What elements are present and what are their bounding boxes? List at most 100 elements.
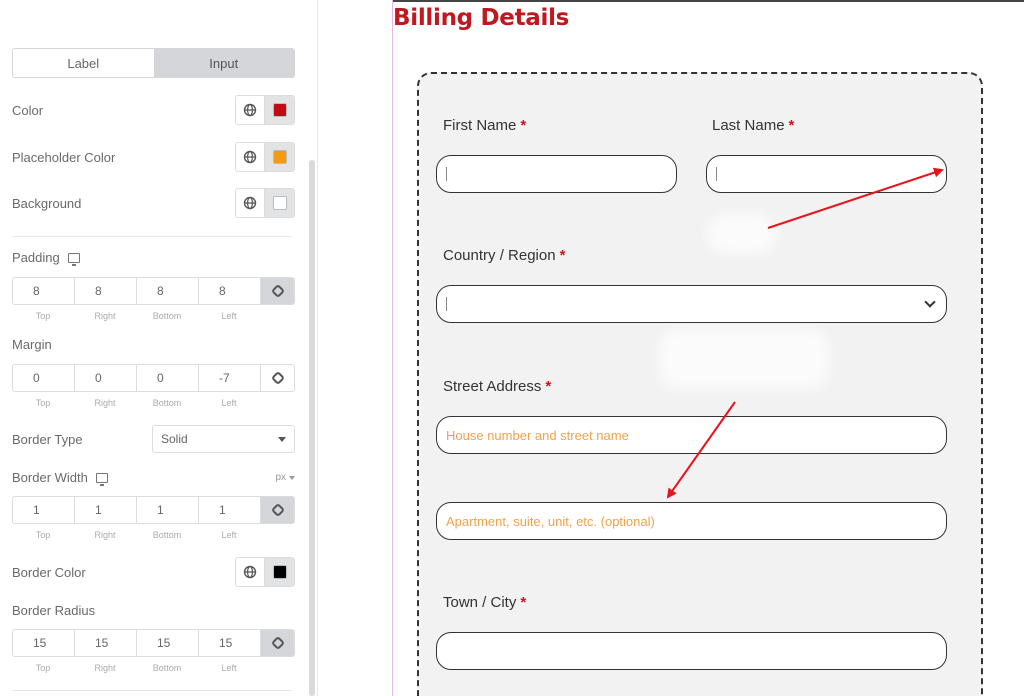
glare bbox=[659, 329, 829, 389]
tab-input[interactable]: Input bbox=[153, 49, 294, 77]
border-radius-left-input[interactable]: 15 bbox=[199, 630, 261, 656]
border-type-select[interactable]: Solid bbox=[152, 425, 295, 453]
link-icon bbox=[270, 635, 285, 651]
label-input-tabs: Label Input bbox=[12, 48, 295, 78]
monitor-icon[interactable] bbox=[95, 472, 108, 486]
margin-left-input[interactable]: -7 bbox=[199, 365, 261, 391]
first-name-input[interactable] bbox=[436, 155, 677, 193]
side-label-bottom: Bottom bbox=[152, 530, 182, 540]
padding-right-input[interactable]: 8 bbox=[75, 278, 137, 304]
text-cursor bbox=[446, 297, 447, 311]
border-color-swatch-button[interactable] bbox=[265, 558, 294, 586]
border-width-label: Border Width bbox=[12, 470, 88, 485]
border-type-value: Solid bbox=[161, 432, 188, 446]
side-label-top: Top bbox=[35, 311, 51, 321]
color-label: Color bbox=[12, 102, 44, 118]
padding-side-labels: Top Right Bottom Left bbox=[12, 311, 262, 321]
first-name-label: First Name * bbox=[443, 117, 526, 134]
side-label-right: Right bbox=[94, 530, 116, 540]
town-city-label: Town / City * bbox=[443, 594, 526, 611]
side-label-top: Top bbox=[35, 530, 51, 540]
divider bbox=[12, 690, 292, 691]
border-width-bottom-input[interactable]: 1 bbox=[137, 497, 199, 523]
last-name-label: Last Name * bbox=[712, 117, 794, 134]
margin-top-input[interactable]: 0 bbox=[13, 365, 75, 391]
border-width-right-input[interactable]: 1 bbox=[75, 497, 137, 523]
padding-inputs: 8 8 8 8 bbox=[12, 277, 295, 305]
color-row: Color bbox=[12, 95, 295, 125]
side-label-bottom: Bottom bbox=[152, 398, 182, 408]
border-width-top-input[interactable]: 1 bbox=[13, 497, 75, 523]
border-width-inputs: 1 1 1 1 bbox=[12, 496, 295, 524]
placeholder-color-label: Placeholder Color bbox=[12, 149, 116, 165]
placeholder-color-row: Placeholder Color bbox=[12, 142, 295, 172]
country-select[interactable] bbox=[436, 285, 947, 323]
border-radius-inputs: 15 15 15 15 bbox=[12, 629, 295, 657]
padding-label: Padding bbox=[12, 250, 60, 265]
street-address-line2-input[interactable]: Apartment, suite, unit, etc. (optional) bbox=[436, 502, 947, 540]
side-label-right: Right bbox=[94, 311, 116, 321]
margin-bottom-input[interactable]: 0 bbox=[137, 365, 199, 391]
background-label: Background bbox=[12, 195, 82, 211]
margin-link-button[interactable] bbox=[261, 365, 294, 391]
globe-icon[interactable] bbox=[236, 96, 265, 124]
color-swatch-button[interactable] bbox=[265, 96, 294, 124]
street-address-label-text: Street Address bbox=[443, 378, 542, 395]
side-label-top: Top bbox=[35, 663, 51, 673]
border-radius-link-button[interactable] bbox=[261, 630, 294, 656]
border-radius-label-row: Border Radius bbox=[12, 603, 95, 618]
border-radius-top-input[interactable]: 15 bbox=[13, 630, 75, 656]
background-row: Background bbox=[12, 188, 295, 218]
globe-icon[interactable] bbox=[236, 189, 265, 217]
padding-bottom-input[interactable]: 8 bbox=[137, 278, 199, 304]
background-swatch bbox=[272, 196, 287, 210]
border-color-label: Border Color bbox=[12, 564, 86, 580]
padding-left-input[interactable]: 8 bbox=[199, 278, 261, 304]
border-width-left-input[interactable]: 1 bbox=[199, 497, 261, 523]
preview-left-guide bbox=[392, 0, 393, 696]
margin-inputs: 0 0 0 -7 bbox=[12, 364, 295, 392]
padding-top-input[interactable]: 8 bbox=[13, 278, 75, 304]
glare bbox=[707, 214, 777, 254]
side-label-left: Left bbox=[221, 398, 237, 408]
tab-label[interactable]: Label bbox=[13, 49, 154, 77]
placeholder-color-swatch-button[interactable] bbox=[265, 143, 294, 171]
border-width-link-button[interactable] bbox=[261, 497, 294, 523]
billing-details-heading: Billing Details bbox=[393, 5, 570, 31]
street-address-label: Street Address * bbox=[443, 378, 551, 395]
globe-icon[interactable] bbox=[236, 143, 265, 171]
link-icon bbox=[270, 502, 285, 518]
margin-label-row: Margin bbox=[12, 337, 52, 352]
color-swatch bbox=[272, 103, 287, 117]
unit-selector[interactable]: px bbox=[275, 472, 295, 483]
town-city-input[interactable] bbox=[436, 632, 947, 670]
first-name-label-text: First Name bbox=[443, 117, 517, 134]
street-address-line1-input[interactable]: House number and street name bbox=[436, 416, 947, 454]
country-label-text: Country / Region bbox=[443, 247, 556, 264]
border-type-label: Border Type bbox=[12, 431, 83, 447]
last-name-label-text: Last Name bbox=[712, 117, 785, 134]
margin-label: Margin bbox=[12, 337, 52, 352]
background-swatch-button[interactable] bbox=[265, 189, 294, 217]
caret-down-icon bbox=[278, 436, 286, 442]
margin-right-input[interactable]: 0 bbox=[75, 365, 137, 391]
divider bbox=[12, 236, 292, 237]
padding-label-row: Padding bbox=[12, 250, 80, 266]
border-color-row: Border Color bbox=[12, 557, 295, 587]
monitor-icon[interactable] bbox=[67, 252, 80, 266]
border-radius-bottom-input[interactable]: 15 bbox=[137, 630, 199, 656]
street-line1-placeholder: House number and street name bbox=[446, 427, 629, 443]
border-radius-side-labels: Top Right Bottom Left bbox=[12, 663, 262, 673]
billing-form-card: First Name * Last Name * Country / Region *… bbox=[417, 72, 983, 696]
unit-label: px bbox=[275, 472, 286, 483]
side-label-right: Right bbox=[94, 663, 116, 673]
town-city-label-text: Town / City bbox=[443, 594, 517, 611]
preview-top-border bbox=[392, 0, 1024, 2]
border-radius-right-input[interactable]: 15 bbox=[75, 630, 137, 656]
panel-scrollbar[interactable] bbox=[309, 160, 315, 696]
side-label-left: Left bbox=[221, 311, 237, 321]
last-name-input[interactable] bbox=[706, 155, 947, 193]
padding-link-button[interactable] bbox=[261, 278, 294, 304]
link-icon bbox=[270, 370, 285, 386]
globe-icon[interactable] bbox=[236, 558, 265, 586]
